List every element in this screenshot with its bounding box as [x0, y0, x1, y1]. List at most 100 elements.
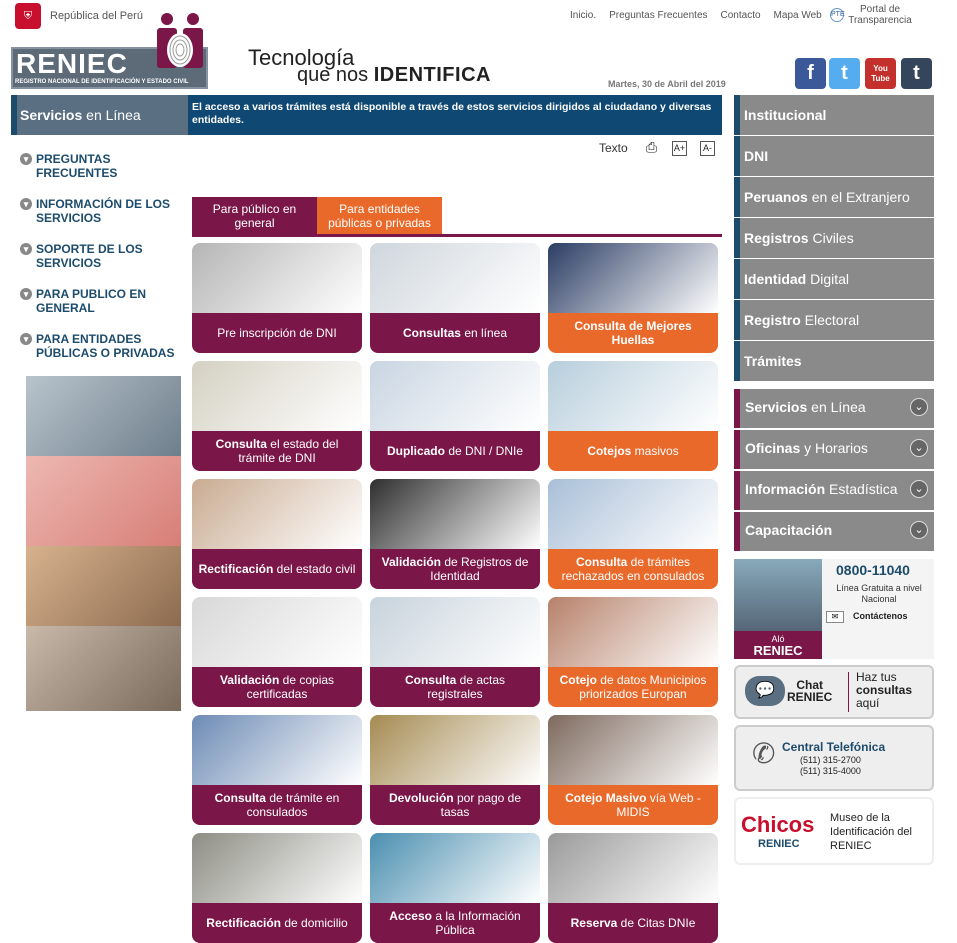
tile-label-bold: Validación — [381, 555, 441, 569]
right-submenu-item[interactable]: Servicios en Línea ⌄ — [734, 389, 934, 428]
right-menu-item[interactable]: Trámites — [734, 341, 934, 381]
menu-r: y Horarios — [800, 440, 868, 456]
chat-text: Haz tus consultas aquí — [856, 671, 912, 710]
tile-image — [192, 833, 362, 903]
tile-label-bold: Devolución — [388, 791, 454, 805]
service-tile[interactable]: Rectificación del estado civil — [192, 479, 362, 589]
service-tile[interactable]: Consulta de trámites rechazados en consu… — [548, 479, 718, 589]
left-photo-collage — [26, 376, 181, 711]
tile-label-text: Pre inscripción de DNI — [217, 326, 336, 340]
chevron-down-icon: ⌄ — [910, 521, 928, 539]
tile-image — [192, 361, 362, 431]
service-tile[interactable]: Pre inscripción de DNI — [192, 243, 362, 353]
right-submenu-item[interactable]: Información Estadística ⌄ — [734, 471, 934, 510]
youtube-icon[interactable]: You Tube — [865, 58, 896, 89]
link-mapa[interactable]: Mapa Web — [774, 10, 822, 21]
right-menu-item[interactable]: Registro Electoral — [734, 300, 934, 340]
right-menu-item[interactable]: Institucional — [734, 95, 934, 135]
right-submenu-item[interactable]: Capacitación ⌄ — [734, 512, 934, 551]
tile-label-text: Consulta de trámite en consulados — [198, 791, 356, 819]
tile-label-text: Cotejos masivos — [587, 444, 678, 458]
facebook-icon[interactable]: f — [795, 58, 826, 89]
left-item-soporte[interactable]: SOPORTE DE LOS SERVICIOS — [20, 242, 180, 270]
print-icon[interactable]: ⎙ — [644, 140, 659, 156]
left-item-preguntas[interactable]: PREGUNTAS FRECUENTES — [20, 152, 180, 180]
tile-image — [370, 243, 540, 313]
service-tile[interactable]: Rectificación de domicilio — [192, 833, 362, 943]
menu-b: DNI — [744, 148, 769, 164]
top-links: Inicio. Preguntas Frecuentes Contacto Ma… — [570, 10, 822, 21]
service-tile[interactable]: Acceso a la Información Pública — [370, 833, 540, 943]
info-banner: El acceso a varios trámites está disponi… — [188, 95, 722, 135]
tile-label-rest: de datos Municipios priorizados Europan — [579, 673, 707, 701]
menu-b: Institucional — [744, 107, 827, 123]
left-item-informacion[interactable]: INFORMACIÓN DE LOS SERVICIOS — [20, 197, 180, 225]
alo-reniec-text: RENIEC — [753, 643, 803, 658]
tile-label-bold: Consulta — [215, 437, 267, 451]
tile-label-bold: Cotejo Masivo — [565, 791, 647, 805]
tile-image — [370, 479, 540, 549]
service-tile[interactable]: Validación de Registros de Identidad — [370, 479, 540, 589]
tile-label-bold: Rectificación — [198, 562, 274, 576]
tile-label-text: Cotejo Masivo vía Web - MIDIS — [554, 791, 712, 819]
service-tile[interactable]: Consultas en línea — [370, 243, 540, 353]
tile-image — [370, 833, 540, 903]
phone-icon: ✆ — [752, 738, 776, 769]
menu-b: Capacitación — [745, 522, 833, 538]
tile-label: Consulta de actas registrales — [370, 667, 540, 707]
font-decrease-icon[interactable]: A- — [700, 141, 715, 156]
service-tile[interactable]: Validación de copias certificadas — [192, 597, 362, 707]
tab-publico-general[interactable]: Para público en general — [192, 197, 317, 235]
portal-transparencia-link[interactable]: Portal de Transparencia — [832, 4, 928, 26]
right-menu-item[interactable]: Registros Civiles — [734, 218, 934, 258]
menu-b: Registro — [744, 312, 801, 328]
chat-icon: 💬 — [745, 676, 785, 706]
chat-text-2: consultas — [856, 683, 913, 697]
tile-label: Reserva de Citas DNIe — [548, 903, 718, 943]
right-menu-item[interactable]: Identidad Digital — [734, 259, 934, 299]
right-menu-item[interactable]: DNI — [734, 136, 934, 176]
tile-label-text: Consulta de actas registrales — [376, 673, 534, 701]
tile-label-text: Validación de copias certificadas — [198, 673, 356, 701]
service-tile[interactable]: Consulta de Mejores Huellas — [548, 243, 718, 353]
tile-image — [370, 361, 540, 431]
right-submenu-item[interactable]: Oficinas y Horarios ⌄ — [734, 430, 934, 469]
tab-entidades[interactable]: Para entidades públicas o privadas — [317, 197, 442, 235]
service-tile[interactable]: Duplicado de DNI / DNIe — [370, 361, 540, 471]
contact-link[interactable]: Contáctenos — [853, 611, 908, 621]
service-tile[interactable]: Consulta de trámite en consulados — [192, 715, 362, 825]
left-item-entidades[interactable]: PARA ENTIDADES PÚBLICAS O PRIVADAS — [20, 332, 180, 360]
service-tile[interactable]: Cotejos masivos — [548, 361, 718, 471]
tile-label-text: Consulta el estado del trámite de DNI — [198, 437, 356, 465]
link-preguntas[interactable]: Preguntas Frecuentes — [609, 10, 707, 21]
current-date: Martes, 30 de Abril del 2019 — [608, 79, 726, 89]
tile-label-bold: Rectificación — [206, 916, 281, 930]
left-item-publico[interactable]: PARA PUBLICO EN GENERAL — [20, 287, 180, 315]
service-tile[interactable]: Cotejo Masivo vía Web - MIDIS — [548, 715, 718, 825]
chevron-down-icon: ⌄ — [910, 398, 928, 416]
tab-divider — [192, 234, 722, 237]
tile-label: Duplicado de DNI / DNIe — [370, 431, 540, 471]
tumblr-icon[interactable]: t — [901, 58, 932, 89]
tile-label-text: Consulta de trámites rechazados en consu… — [554, 555, 712, 583]
tile-label-bold: Consulta — [404, 673, 457, 687]
service-tile[interactable]: Devolución por pago de tasas — [370, 715, 540, 825]
tile-label-rest: en línea — [460, 326, 508, 340]
link-inicio[interactable]: Inicio. — [570, 10, 596, 21]
chat-text-3: aquí — [856, 696, 880, 710]
service-tile[interactable]: Reserva de Citas DNIe — [548, 833, 718, 943]
service-tile[interactable]: Cotejo de datos Municipios priorizados E… — [548, 597, 718, 707]
font-increase-icon[interactable]: A+ — [672, 141, 687, 156]
tile-image — [370, 597, 540, 667]
tile-label: Validación de Registros de Identidad — [370, 549, 540, 589]
link-contacto[interactable]: Contacto — [721, 10, 761, 21]
right-menu-item[interactable]: Peruanos en el Extranjero — [734, 177, 934, 217]
menu-b: Servicios — [745, 399, 808, 415]
service-tile[interactable]: Consulta el estado del trámite de DNI — [192, 361, 362, 471]
tile-image — [548, 243, 718, 313]
tile-image — [548, 479, 718, 549]
tile-label: Cotejo de datos Municipios priorizados E… — [548, 667, 718, 707]
twitter-icon[interactable]: t — [829, 58, 860, 89]
tile-label-text: Acceso a la Información Pública — [376, 909, 534, 937]
service-tile[interactable]: Consulta de actas registrales — [370, 597, 540, 707]
